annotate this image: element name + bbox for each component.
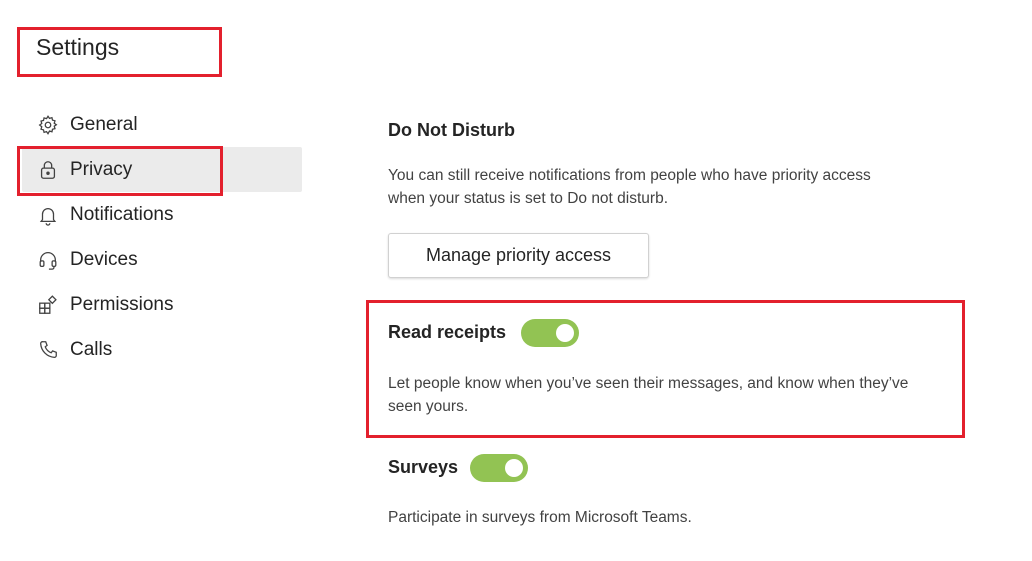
sidebar-item-notifications[interactable]: Notifications xyxy=(22,192,302,237)
page-title: Settings xyxy=(36,34,120,60)
settings-sidebar: General Privacy Notifications Devices Pe… xyxy=(22,102,302,372)
headset-icon xyxy=(36,248,60,272)
gear-icon xyxy=(36,113,60,137)
lock-icon xyxy=(36,158,60,182)
surveys-description: Participate in surveys from Microsoft Te… xyxy=(388,509,692,526)
sidebar-item-label: General xyxy=(70,113,138,135)
dnd-heading: Do Not Disturb xyxy=(388,120,515,140)
sidebar-item-permissions[interactable]: Permissions xyxy=(22,282,302,327)
bell-icon xyxy=(36,203,60,227)
sidebar-item-general[interactable]: General xyxy=(22,102,302,147)
apps-icon xyxy=(36,293,60,317)
settings-page: Settings General Privacy Notifications D… xyxy=(0,0,1032,561)
sidebar-item-label: Privacy xyxy=(70,158,133,180)
sidebar-item-label: Devices xyxy=(70,248,138,270)
sidebar-item-label: Calls xyxy=(70,338,113,360)
surveys-toggle[interactable] xyxy=(470,454,528,482)
toggle-knob xyxy=(505,459,523,477)
sidebar-item-calls[interactable]: Calls xyxy=(22,327,302,372)
sidebar-item-privacy[interactable]: Privacy xyxy=(22,147,302,192)
sidebar-item-label: Permissions xyxy=(70,293,174,315)
read-receipts-heading: Read receipts xyxy=(388,322,507,342)
manage-priority-access-button[interactable]: Manage priority access xyxy=(388,233,649,278)
sidebar-item-devices[interactable]: Devices xyxy=(22,237,302,282)
toggle-knob xyxy=(556,324,574,342)
read-receipts-toggle[interactable] xyxy=(521,319,579,347)
sidebar-item-label: Notifications xyxy=(70,203,174,225)
dnd-description: You can still receive notifications from… xyxy=(388,167,871,207)
phone-icon xyxy=(36,338,60,362)
read-receipts-description: Let people know when you’ve seen their m… xyxy=(388,375,909,415)
surveys-heading: Surveys xyxy=(388,457,459,477)
